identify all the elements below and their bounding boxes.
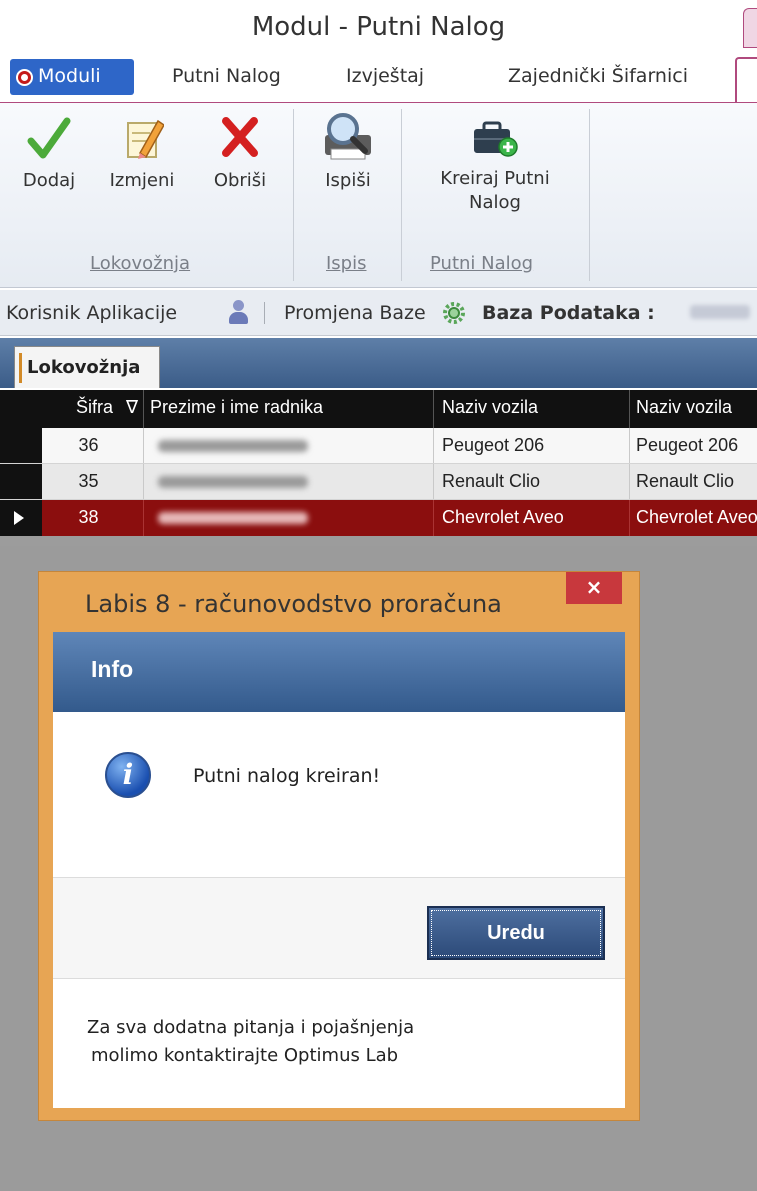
app-logo-icon: [16, 69, 33, 86]
sort-indicator-icon: ∇: [126, 397, 139, 417]
dialog-close-button[interactable]: ×: [566, 572, 622, 604]
status-bar: Korisnik Aplikacije Promjena Baze Baza P…: [0, 290, 757, 336]
document-tab-strip: Lokovožnja: [0, 338, 757, 388]
data-grid: Šifra ∇ Prezime i ime radnika Naziv vozi…: [0, 390, 757, 546]
info-dialog: Labis 8 - računovodstvo proračuna × Info…: [38, 571, 640, 1121]
dialog-divider: [53, 978, 625, 979]
edit-button[interactable]: Izmjeni: [100, 113, 184, 193]
cell-vehicle-name: Peugeot 206: [434, 428, 630, 463]
delete-button-label: Obriši: [213, 170, 267, 191]
delete-x-icon: [222, 117, 258, 157]
create-travel-order-label-line1: Kreiraj Putni: [440, 168, 550, 189]
ribbon-group-putni-nalog: Kreiraj Putni Nalog Putni Nalog: [404, 103, 588, 289]
tab-moduli-label: Moduli: [38, 65, 101, 87]
dialog-button-area: Uredu: [53, 878, 625, 978]
create-travel-order-label-line2: Nalog: [469, 192, 521, 213]
cell-vehicle-name-2: Chevrolet Aveo: [636, 507, 757, 527]
window-title: Modul - Putni Nalog: [251, 12, 506, 42]
gear-icon[interactable]: [442, 301, 466, 325]
create-travel-order-button[interactable]: Kreiraj Putni Nalog: [420, 117, 570, 215]
table-row-selected[interactable]: 38 Chevrolet Aveo Chevrolet Aveo: [0, 500, 757, 536]
column-header-employee-name[interactable]: Prezime i ime radnika: [144, 390, 434, 428]
app-user-label[interactable]: Korisnik Aplikacije: [6, 302, 177, 324]
cell-employee-name-redacted: [144, 428, 434, 463]
toolbox-add-icon: [474, 121, 518, 157]
add-button[interactable]: Dodaj: [16, 113, 82, 193]
print-preview-icon: [325, 113, 371, 160]
ribbon-tabs: Moduli Putni Nalog Izvještaj Zajednički …: [0, 55, 757, 102]
edit-pencil-icon: [127, 119, 164, 159]
column-header-vehicle-name[interactable]: Naziv vozila: [434, 390, 630, 428]
dialog-footer-line1: Za sva dodatna pitanja i pojašnjenja: [87, 1017, 415, 1038]
current-row-indicator-icon[interactable]: [0, 500, 42, 536]
tab-lokovoznja[interactable]: Lokovožnja: [14, 346, 160, 388]
tab-putni-nalog[interactable]: Putni Nalog: [172, 65, 281, 87]
ribbon-group-lokovoznja: Dodaj Izmjeni Obriši Lokovožnja: [0, 103, 292, 289]
dialog-body: Info i Putni nalog kreiran! Uredu Za sva…: [53, 632, 625, 1108]
dialog-title: Labis 8 - računovodstvo proračuna: [85, 590, 502, 618]
tab-moduli[interactable]: Moduli: [10, 59, 134, 95]
cell-sifra: 35: [42, 464, 144, 499]
row-selector[interactable]: [0, 464, 42, 499]
cell-employee-name-redacted: [144, 500, 434, 536]
database-label: Baza Podataka :: [482, 302, 655, 324]
row-selector-header: [0, 390, 42, 428]
cell-sifra: 36: [42, 428, 144, 463]
cell-sifra: 38: [42, 500, 144, 536]
ribbon-separator: [401, 109, 402, 281]
ribbon-group-label-lokovoznja: Lokovožnja: [90, 253, 191, 274]
ribbon-group-label-ispis: Ispis: [326, 253, 367, 274]
checkmark-icon: [27, 117, 71, 159]
dialog-footer-line2: molimo kontaktirajte Optimus Lab: [91, 1045, 399, 1066]
ribbon-group-ispis: Ispiši Ispis: [296, 103, 400, 289]
delete-button[interactable]: Obriši: [198, 113, 282, 193]
column-header-sifra[interactable]: Šifra ∇: [42, 390, 144, 428]
ribbon-tab-frame: [735, 57, 757, 102]
print-button[interactable]: Ispiši: [306, 109, 390, 193]
window-edge: [743, 8, 757, 48]
change-database-label[interactable]: Promjena Baze: [284, 302, 426, 324]
user-icon[interactable]: [228, 300, 248, 326]
ribbon-separator: [589, 109, 590, 281]
add-button-label: Dodaj: [22, 170, 76, 191]
column-header-sifra-label: Šifra: [76, 397, 114, 417]
ribbon-group-label-putni-nalog: Putni Nalog: [430, 253, 534, 274]
tab-izvjestaj[interactable]: Izvještaj: [346, 65, 424, 87]
dialog-header-text: Info: [91, 656, 134, 682]
cell-vehicle-name: Chevrolet Aveo: [434, 500, 630, 536]
dialog-header: Info: [53, 632, 625, 712]
grid-header: Šifra ∇ Prezime i ime radnika Naziv vozi…: [0, 390, 757, 428]
ok-button[interactable]: Uredu: [427, 906, 605, 960]
row-selector[interactable]: [0, 428, 42, 463]
cell-vehicle-name: Renault Clio: [434, 464, 630, 499]
edit-button-label: Izmjeni: [109, 170, 175, 191]
ribbon: Dodaj Izmjeni Obriši Lokovožnja Ispiši I…: [0, 102, 757, 288]
print-button-label: Ispiši: [325, 170, 371, 191]
ribbon-separator: [293, 109, 294, 281]
database-name-redacted: [690, 305, 750, 319]
cell-vehicle-name-2: Peugeot 206: [636, 435, 739, 455]
info-icon: i: [105, 752, 151, 798]
create-travel-order-label: Kreiraj Putni Nalog: [420, 167, 570, 215]
tab-lokovoznja-label: Lokovožnja: [27, 357, 141, 378]
cell-employee-name-redacted: [144, 464, 434, 499]
dialog-message: Putni nalog kreiran!: [193, 765, 381, 787]
tab-zajednicki-sifarnici[interactable]: Zajednički Šifarnici: [508, 65, 688, 87]
infobar-separator: [264, 302, 265, 324]
window-titlebar: Modul - Putni Nalog: [0, 0, 757, 48]
dialog-footer: Za sva dodatna pitanja i pojašnjenja mol…: [87, 1014, 414, 1070]
close-icon: ×: [585, 575, 603, 599]
column-header-vehicle-name-2[interactable]: Naziv vozila: [630, 390, 757, 428]
table-row[interactable]: 36 Peugeot 206 Peugeot 206: [0, 428, 757, 464]
table-row[interactable]: 35 Renault Clio Renault Clio: [0, 464, 757, 500]
cell-vehicle-name-2: Renault Clio: [636, 471, 735, 491]
